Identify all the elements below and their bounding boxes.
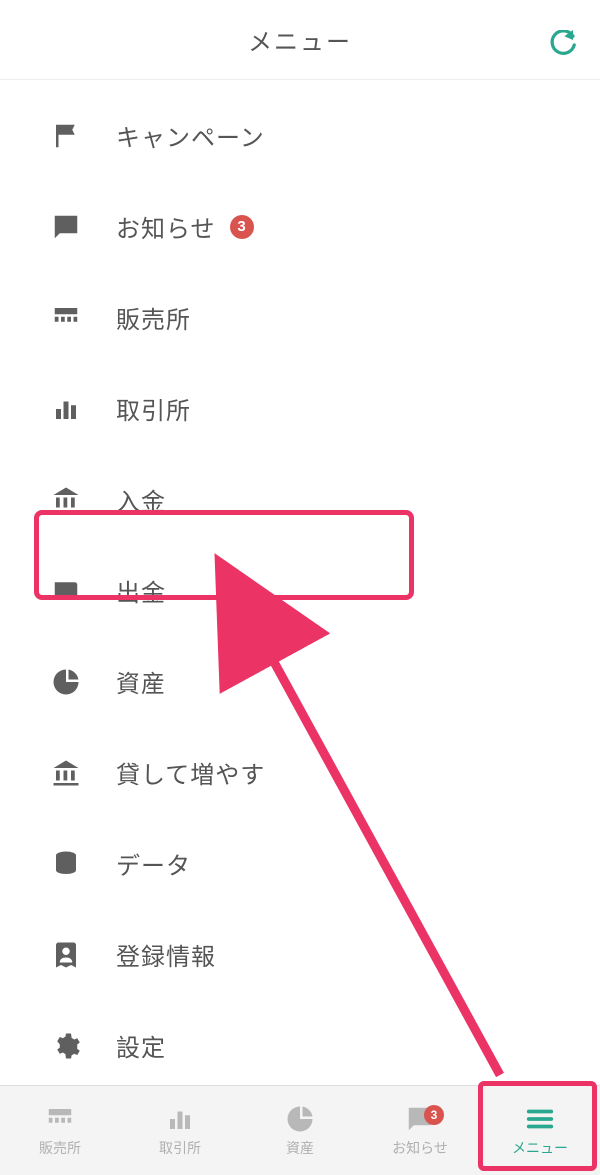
store-icon xyxy=(45,1104,75,1134)
notice-badge: 3 xyxy=(230,215,254,239)
flag-icon xyxy=(50,121,82,151)
page-title: メニュー xyxy=(248,22,352,57)
store-icon xyxy=(50,303,82,333)
idcard-icon xyxy=(50,940,82,970)
menu-item-notice[interactable]: お知らせ 3 xyxy=(0,181,600,272)
menu-item-withdraw[interactable]: 出金 xyxy=(0,545,600,636)
tab-exchange[interactable]: 取引所 xyxy=(120,1104,240,1158)
tab-label: 販売所 xyxy=(39,1138,81,1158)
wallet-icon xyxy=(50,576,82,606)
menu-item-campaign[interactable]: キャンペーン xyxy=(0,90,600,181)
bars-icon xyxy=(50,394,82,424)
stack-icon xyxy=(50,849,82,879)
menu-item-exchange[interactable]: 取引所 xyxy=(0,363,600,454)
menu-item-label: 入金 xyxy=(116,482,166,517)
tab-label: 資産 xyxy=(286,1138,314,1158)
message-icon xyxy=(50,212,82,242)
menu-item-label: 出金 xyxy=(116,573,166,608)
menu-item-settings[interactable]: 設定 xyxy=(0,1000,600,1091)
piechart-icon xyxy=(285,1104,315,1134)
tab-assets[interactable]: 資産 xyxy=(240,1104,360,1158)
tab-bar: 販売所 取引所 資産 3 お知らせ メニュー xyxy=(0,1085,600,1175)
refresh-button[interactable] xyxy=(548,30,578,65)
bank-icon xyxy=(50,485,82,515)
menu-item-label: お知らせ xyxy=(116,209,216,244)
header: メニュー xyxy=(0,0,600,80)
menu-item-label: 販売所 xyxy=(116,300,191,335)
piechart-icon xyxy=(50,667,82,697)
menu-item-label: 登録情報 xyxy=(116,937,216,972)
menu-item-profile[interactable]: 登録情報 xyxy=(0,909,600,1000)
menu-item-label: データ xyxy=(116,846,191,881)
tab-label: お知らせ xyxy=(392,1138,448,1158)
menu-item-assets[interactable]: 資産 xyxy=(0,636,600,727)
tab-sales[interactable]: 販売所 xyxy=(0,1104,120,1158)
menu-list: キャンペーン お知らせ 3 販売所 取引所 入金 出金 xyxy=(0,80,600,1101)
menu-item-label: 設定 xyxy=(116,1028,166,1063)
menu-item-label: 取引所 xyxy=(116,391,191,426)
menu-item-label: 資産 xyxy=(116,664,166,699)
refresh-icon xyxy=(548,30,578,60)
tab-menu[interactable]: メニュー xyxy=(480,1104,600,1158)
bank-icon xyxy=(50,758,82,788)
tab-label: メニュー xyxy=(512,1138,568,1158)
gear-icon xyxy=(50,1031,82,1061)
bars-icon xyxy=(165,1104,195,1134)
menu-item-sales[interactable]: 販売所 xyxy=(0,272,600,363)
tab-label: 取引所 xyxy=(159,1138,201,1158)
menu-item-data[interactable]: データ xyxy=(0,818,600,909)
menu-item-label: 貸して増やす xyxy=(116,755,265,790)
menu-item-deposit[interactable]: 入金 xyxy=(0,454,600,545)
notice-badge: 3 xyxy=(424,1105,444,1125)
menu-item-label: キャンペーン xyxy=(116,118,265,153)
hamburger-icon xyxy=(525,1104,555,1134)
tab-notice[interactable]: 3 お知らせ xyxy=(360,1104,480,1158)
menu-item-lending[interactable]: 貸して増やす xyxy=(0,727,600,818)
